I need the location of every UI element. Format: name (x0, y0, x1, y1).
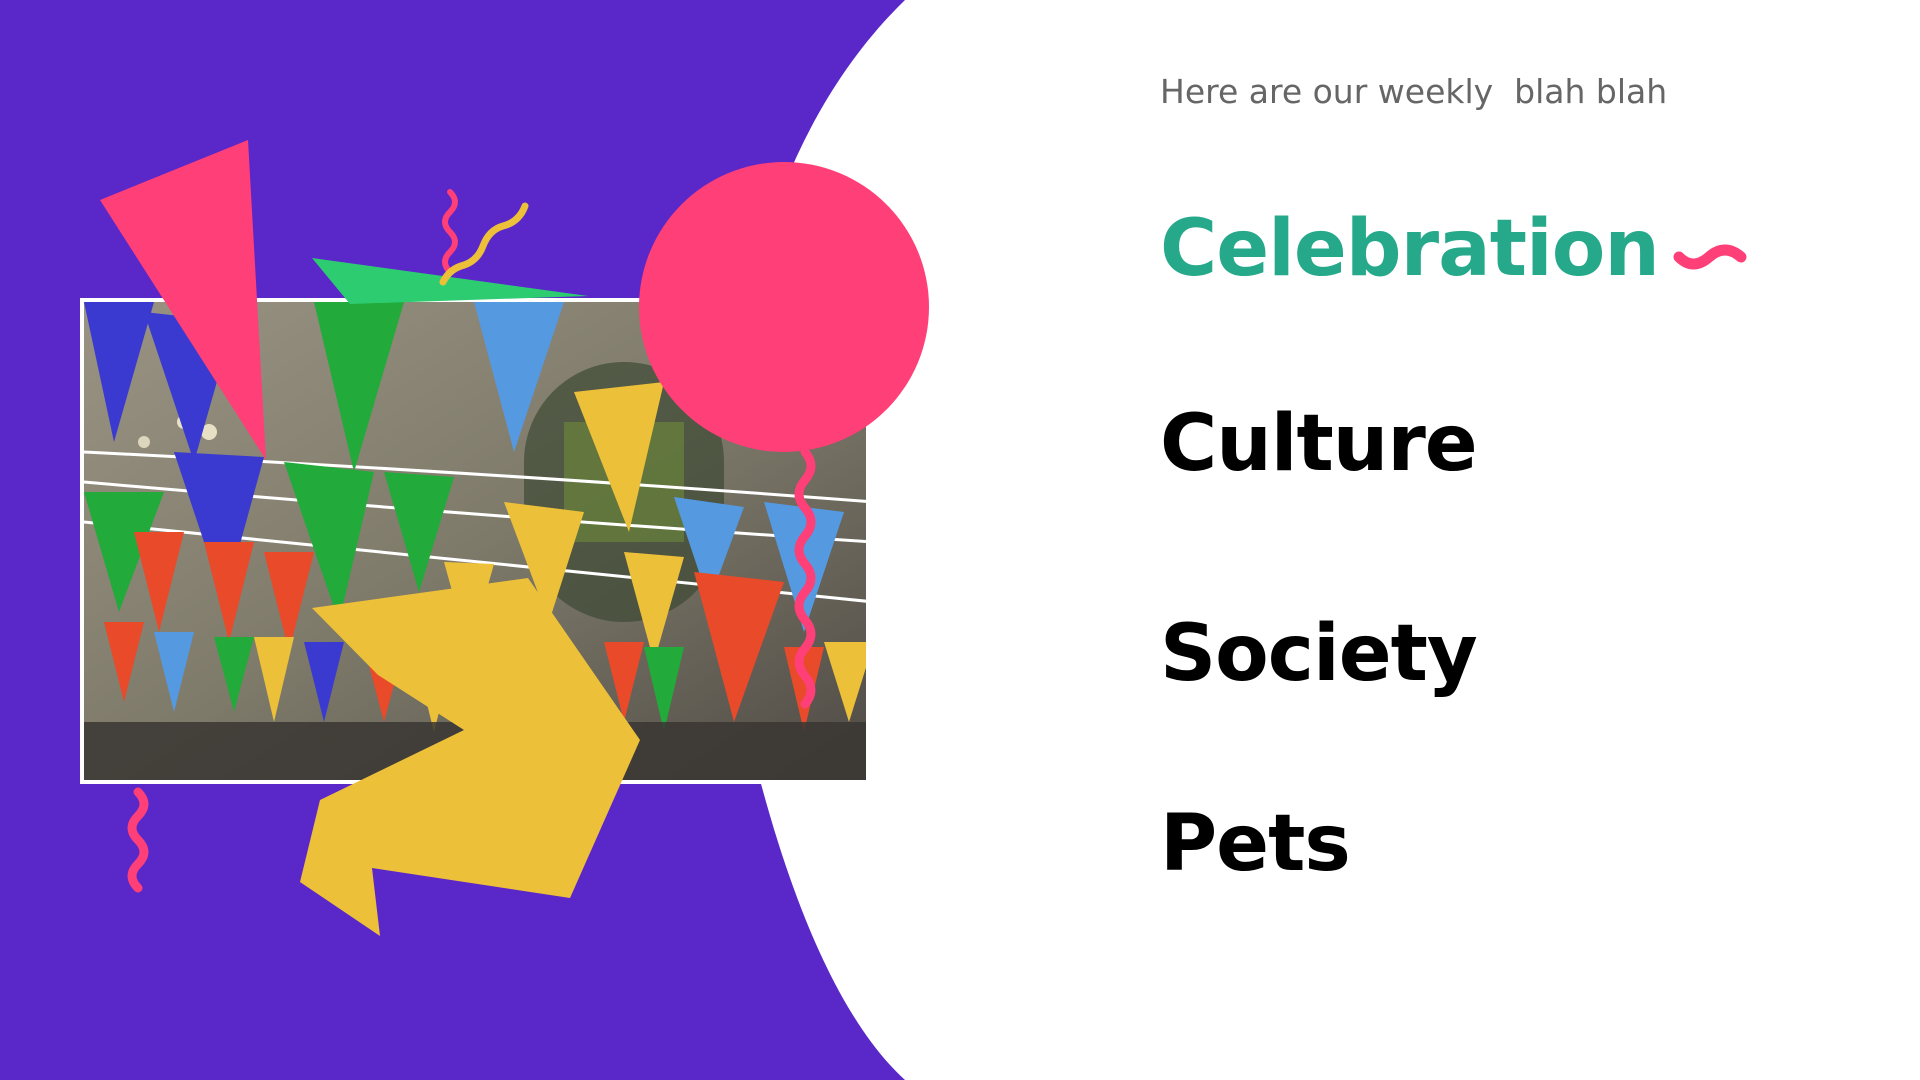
menu-item-culture[interactable]: Culture (1160, 405, 1478, 483)
pink-wave-icon (1673, 244, 1747, 269)
menu-item-society[interactable]: Society (1160, 615, 1478, 693)
bunting-flags-photo (80, 298, 870, 784)
menu-item-label: Celebration (1160, 204, 1660, 294)
menu-item-celebration[interactable]: Celebration (1160, 210, 1749, 288)
page-subtitle: Here are our weekly blah blah (1160, 72, 1668, 111)
slide: Here are our weekly blah blah Celebratio… (0, 0, 1920, 1080)
menu-item-pets[interactable]: Pets (1160, 805, 1351, 883)
